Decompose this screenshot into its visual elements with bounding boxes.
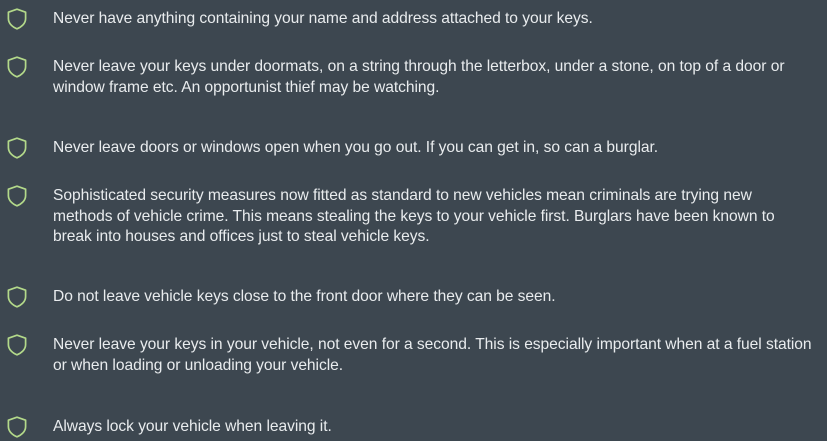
tip-text: Do not leave vehicle keys close to the f… <box>53 288 556 305</box>
shield-icon <box>7 56 27 78</box>
tip-text: Never leave your keys in your vehicle, n… <box>53 336 812 374</box>
shield-icon <box>7 334 27 356</box>
tip-text: Never leave your keys under doormats, on… <box>53 58 785 96</box>
tip-text: Never leave doors or windows open when y… <box>53 139 659 156</box>
shield-icon <box>7 286 27 308</box>
tip-text: Sophisticated security measures now fitt… <box>53 187 775 245</box>
tip-text: Always lock your vehicle when leaving it… <box>53 418 332 435</box>
shield-icon <box>7 416 27 438</box>
shield-icon <box>7 8 27 30</box>
shield-icon <box>7 137 27 159</box>
shield-icon <box>7 185 27 207</box>
key-safety-tips-list: Never have anything containing your name… <box>0 0 827 441</box>
tip-text: Never have anything containing your name… <box>53 10 593 27</box>
